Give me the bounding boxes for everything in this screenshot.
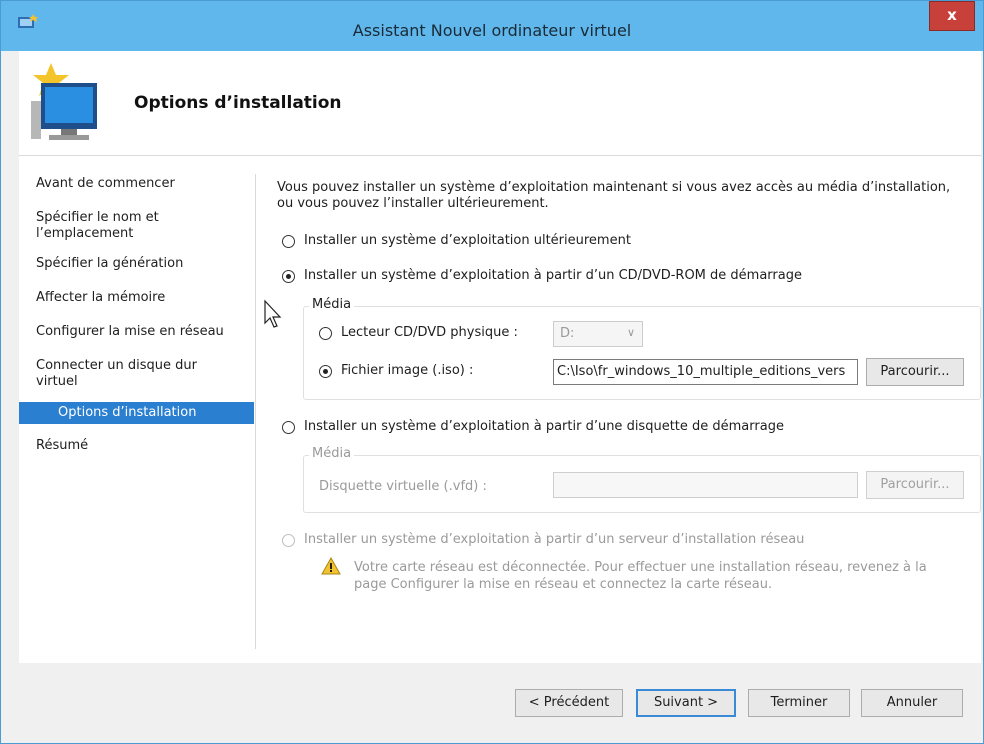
nav-item-reseau[interactable]: Configurer la mise en réseau: [19, 322, 254, 342]
nav-item-generation[interactable]: Spécifier la génération: [19, 254, 254, 274]
nav-item-resume[interactable]: Résumé: [19, 436, 254, 456]
radio-iso-file[interactable]: [319, 365, 332, 378]
nav-divider: [255, 174, 256, 649]
radio-install-later[interactable]: [282, 235, 295, 248]
radio-install-floppy[interactable]: [282, 421, 295, 434]
physical-drive-value: D:: [560, 326, 575, 341]
finish-button[interactable]: Terminer: [748, 689, 850, 717]
previous-button[interactable]: < Précédent: [515, 689, 623, 717]
radio-install-network[interactable]: [282, 534, 295, 547]
radio-physical-drive[interactable]: [319, 327, 332, 340]
wizard-content: Avant de commencer Spécifier le nom et l…: [19, 156, 981, 663]
next-button[interactable]: Suivant >: [636, 689, 736, 717]
wizard-footer: < Précédent Suivant > Terminer Annuler: [19, 663, 981, 743]
wizard-header: Options d’installation: [19, 51, 981, 156]
vfd-path-input[interactable]: [553, 472, 858, 498]
nav-item-options-installation[interactable]: Options d’installation: [19, 402, 254, 424]
radio-install-cd[interactable]: [282, 270, 295, 283]
chevron-down-icon: ∨: [626, 326, 635, 339]
warning-icon: [321, 557, 341, 575]
iso-path-input[interactable]: C:\Iso\fr_windows_10_multiple_editions_v…: [553, 359, 858, 385]
page-heading: Options d’installation: [134, 93, 342, 113]
nav-item-memoire[interactable]: Affecter la mémoire: [19, 288, 254, 308]
vfd-label: Disquette virtuelle (.vfd) :: [319, 479, 487, 494]
browse-iso-button[interactable]: Parcourir...: [866, 358, 964, 386]
install-floppy-label[interactable]: Installer un système d’exploitation à pa…: [304, 419, 784, 434]
install-network-label[interactable]: Installer un système d’exploitation à pa…: [304, 532, 804, 547]
browse-vfd-button[interactable]: Parcourir...: [866, 471, 964, 499]
floppy-media-legend: Média: [309, 446, 355, 461]
cd-media-legend: Média: [309, 297, 355, 312]
cancel-button[interactable]: Annuler: [861, 689, 963, 717]
physical-drive-select[interactable]: D: ∨: [553, 321, 643, 347]
physical-drive-label[interactable]: Lecteur CD/DVD physique :: [341, 325, 518, 340]
nav-item-disque-dur[interactable]: Connecter un disque dur virtuel: [19, 356, 254, 392]
network-warning-text: Votre carte réseau est déconnectée. Pour…: [354, 560, 927, 592]
nav-item-avant-de-commencer[interactable]: Avant de commencer: [19, 174, 254, 194]
nav-item-nom-emplacement[interactable]: Spécifier le nom et l’emplacement: [19, 208, 254, 244]
wizard-window: Assistant Nouvel ordinateur virtuel x Op…: [0, 0, 984, 744]
mouse-cursor-icon: [264, 299, 282, 328]
iso-file-label[interactable]: Fichier image (.iso) :: [341, 363, 473, 378]
window-title: Assistant Nouvel ordinateur virtuel: [352, 21, 632, 40]
title-bar: Assistant Nouvel ordinateur virtuel x: [1, 1, 983, 51]
intro-text: Vous pouvez installer un système d’explo…: [277, 180, 951, 211]
options-panel: Vous pouvez installer un système d’explo…: [277, 156, 981, 663]
install-cd-label[interactable]: Installer un système d’exploitation à pa…: [304, 268, 802, 283]
install-later-label[interactable]: Installer un système d’exploitation ulté…: [304, 233, 631, 248]
step-navigation: Avant de commencer Spécifier le nom et l…: [19, 174, 254, 470]
close-icon: x: [947, 6, 957, 24]
close-button[interactable]: x: [929, 1, 975, 31]
new-vm-icon: [31, 63, 97, 140]
